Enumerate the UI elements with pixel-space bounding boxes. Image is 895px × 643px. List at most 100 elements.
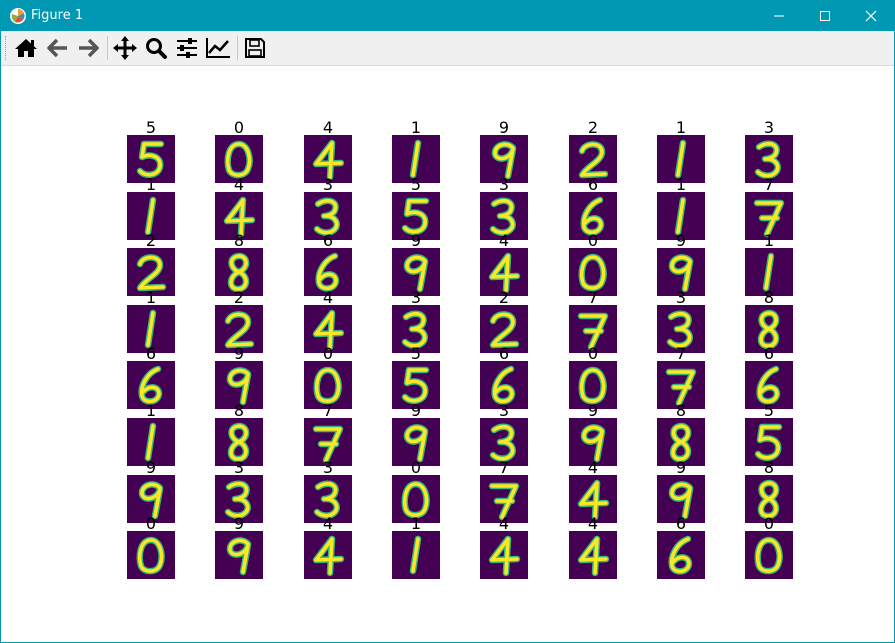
subplot-title: 2	[587, 118, 599, 137]
save-button[interactable]	[241, 35, 269, 61]
digit-image	[745, 531, 793, 579]
digit-image	[304, 531, 352, 579]
subplot-title: 9	[233, 344, 245, 363]
subplot-title: 7	[322, 401, 334, 420]
subplot-title: 6	[587, 175, 599, 194]
subplot-title: 3	[322, 175, 334, 194]
navigation-toolbar	[1, 31, 894, 66]
subplot-title: 4	[498, 231, 510, 250]
subplot-title: 9	[410, 401, 422, 420]
subplot-title: 2	[145, 231, 157, 250]
subplot-title: 0	[587, 344, 599, 363]
digit-6-glyph	[668, 535, 693, 575]
minimize-button[interactable]	[756, 1, 802, 31]
line-chart-icon	[206, 38, 230, 58]
subplot-title: 4	[233, 175, 245, 194]
close-icon	[865, 10, 877, 22]
subplot-title: 9	[410, 231, 422, 250]
subplot-title: 0	[763, 514, 775, 533]
subplot-title: 4	[587, 458, 599, 477]
subplot-title: 3	[763, 118, 775, 137]
pan-button[interactable]	[111, 35, 139, 61]
subplot-title: 2	[233, 288, 245, 307]
close-button[interactable]	[848, 1, 894, 31]
subplot-title: 1	[675, 118, 687, 137]
subplot-title: 6	[322, 231, 334, 250]
subplot-title: 8	[233, 401, 245, 420]
digit-0-glyph	[136, 536, 165, 575]
maximize-icon	[820, 11, 830, 21]
subplot-title: 0	[145, 514, 157, 533]
subplot-title: 0	[410, 458, 422, 477]
subplot-title: 3	[675, 288, 687, 307]
move-icon	[113, 36, 137, 60]
toolbar-separator	[107, 36, 108, 60]
matplotlib-icon	[10, 8, 26, 24]
subplot-title: 9	[675, 231, 687, 250]
maximize-button[interactable]	[802, 1, 848, 31]
home-icon	[15, 39, 37, 57]
subplot-title: 9	[233, 514, 245, 533]
subplot-title: 1	[145, 175, 157, 194]
subplot-title: 3	[498, 175, 510, 194]
subplot-title: 1	[145, 401, 157, 420]
digit-9-glyph	[226, 537, 252, 576]
edit-axes-button[interactable]	[204, 35, 232, 61]
magnifier-icon	[146, 38, 167, 59]
digit-image	[569, 531, 617, 579]
subplot-title: 2	[498, 288, 510, 307]
subplot-title: 6	[763, 344, 775, 363]
digit-4-glyph	[577, 535, 610, 577]
subplot-title: 7	[763, 175, 775, 194]
digit-4-glyph	[488, 535, 521, 577]
subplot-title: 5	[145, 118, 157, 137]
subplot-title: 8	[675, 401, 687, 420]
digit-image	[215, 531, 263, 579]
subplot-title: 9	[675, 458, 687, 477]
toolbar-grip[interactable]	[5, 36, 8, 60]
figure-window: Figure 1 5 0 4 1 9 2 1 3 1 4 3 5 3 6 1 7…	[0, 0, 895, 643]
subplot-title: 6	[145, 344, 157, 363]
floppy-disk-icon	[245, 38, 265, 58]
subplot-title: 4	[587, 514, 599, 533]
subplot-title: 9	[587, 401, 599, 420]
subplot-title: 4	[322, 288, 334, 307]
digit-image	[127, 531, 175, 579]
arrow-left-icon	[47, 38, 67, 58]
subplot-title: 4	[322, 118, 334, 137]
back-button[interactable]	[44, 35, 72, 61]
subplot-title: 8	[763, 288, 775, 307]
digit-image	[480, 531, 528, 579]
subplot-title: 4	[498, 514, 510, 533]
subplot-title: 5	[410, 344, 422, 363]
subplot-title: 3	[233, 458, 245, 477]
digit-0-glyph	[754, 536, 783, 575]
subplot-title: 1	[410, 118, 422, 137]
digit-4-glyph	[312, 535, 345, 577]
sliders-icon	[177, 38, 197, 58]
zoom-button[interactable]	[142, 35, 170, 61]
subplot-title: 1	[675, 175, 687, 194]
forward-button[interactable]	[74, 35, 102, 61]
digit-image	[657, 531, 705, 579]
subplot-title: 3	[498, 401, 510, 420]
subplot-title: 0	[233, 118, 245, 137]
window-title: Figure 1	[31, 8, 84, 23]
subplot-title: 7	[587, 288, 599, 307]
subplot-title: 4	[322, 514, 334, 533]
title-bar[interactable]: Figure 1	[1, 1, 894, 31]
subplot-title: 5	[763, 401, 775, 420]
minimize-icon	[774, 15, 784, 17]
subplot-title: 3	[322, 458, 334, 477]
subplot-title: 9	[498, 118, 510, 137]
subplot-title: 8	[233, 231, 245, 250]
subplot-title: 6	[498, 344, 510, 363]
subplot-title: 3	[410, 288, 422, 307]
subplot-title: 5	[410, 175, 422, 194]
subplots-button[interactable]	[173, 35, 201, 61]
home-button[interactable]	[12, 35, 40, 61]
subplot-title: 1	[145, 288, 157, 307]
figure-canvas[interactable]: 5 0 4 1 9 2 1 3 1 4 3 5 3 6 1 7 2 8 6 9 4 0 9 1 1 2 4 3 2 7 3 8 6 9 0 5 6 0 7 6…	[1, 66, 894, 642]
arrow-right-icon	[79, 38, 99, 58]
toolbar-separator	[237, 36, 238, 60]
